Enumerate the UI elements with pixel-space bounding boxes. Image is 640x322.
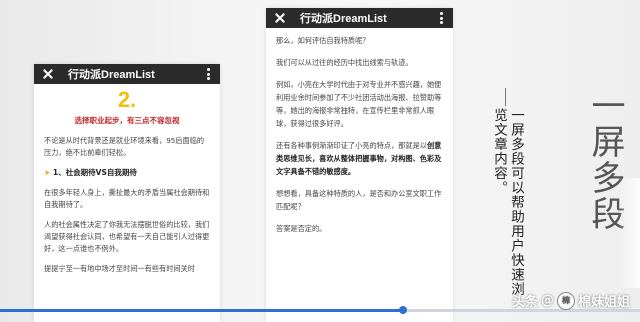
left-phone-screen: 行动派DreamList 2. 选择职业起步，有三点不容忽视 不论是从时代背景还…	[34, 64, 220, 322]
article-body: 2. 选择职业起步，有三点不容忽视 不论是从时代背景还是就业环境来看，95后面临…	[34, 84, 220, 287]
paragraph: 答案是否定的。	[276, 224, 327, 233]
paragraph: 例如，小亮在大学时代由于对专业并不感兴趣，她便利用业余时间参加了不少社团活动出海…	[276, 80, 442, 128]
right-phone-screen: 行动派DreamList 那么，如何评估自我特质呢？ 我们可以从过往的经历中找出…	[266, 8, 453, 322]
app-bar: 行动派DreamList	[266, 8, 453, 28]
app-bar: 行动派DreamList	[34, 64, 220, 84]
paragraph: 人的社会属性决定了你我无法摆脱世俗的比较，我们渴望获得社会认同，也希望有一天自己…	[44, 220, 210, 253]
watermark-name: 棉妹姐姐	[577, 295, 630, 310]
more-icon[interactable]	[440, 12, 443, 24]
app-title: 行动派DreamList	[300, 13, 387, 25]
section-number: 2.	[117, 87, 137, 112]
decoration	[618, 178, 640, 288]
app-title: 行动派DreamList	[68, 69, 155, 81]
watermark: 头条 @ 棉 棉妹姐姐	[512, 291, 630, 310]
section-title: 选择职业起步，有三点不容忽视	[74, 116, 180, 125]
paragraph: 不论是从时代背景还是就业环境来看，95后面临的压力，绝不比前辈们轻松。	[44, 136, 205, 157]
subheading-text: 1、社会期待VS自我期待	[52, 168, 137, 177]
paragraph: 想想看，具备这种特质的人，是否和办公室文职工作匹配呢？	[276, 189, 442, 211]
close-icon[interactable]	[274, 12, 286, 24]
paragraph: 我们可以从过往的经历中找出线索与轨迹。	[276, 58, 413, 67]
vertical-caption: 一屏多段可以帮助用户快速浏览文章内容。	[491, 108, 524, 297]
arrow-icon: ➤	[44, 168, 51, 177]
paragraph-cut: 提提宁至一有地中场才至时间一有些有时间关时	[44, 264, 195, 273]
paragraph-highlight: 还有各种事例渐渐印证了小亮的特点，那就是以创意类思维见长，喜欢从整体把握事物，对…	[276, 139, 443, 178]
subheading: ➤ 1、社会期待VS自我期待	[44, 167, 210, 179]
progress-fill	[0, 309, 404, 312]
divider-line	[505, 88, 506, 106]
close-icon[interactable]	[42, 68, 54, 80]
more-icon[interactable]	[207, 68, 210, 80]
paragraph: 那么，如何评估自我特质呢？	[276, 36, 370, 45]
watermark-at: @	[540, 293, 554, 308]
avatar-logo: 棉	[556, 291, 575, 310]
highlight-prefix: 还有各种事例渐渐印证了小亮的特点，那就是以	[276, 141, 427, 150]
article-body: 那么，如何评估自我特质呢？ 我们可以从过往的经历中找出线索与轨迹。 例如，小亮在…	[266, 28, 453, 250]
paragraph: 在很多年轻人身上，撕扯最大的矛盾当属社会期待和自我期待了。	[44, 188, 210, 209]
watermark-prefix: 头条	[511, 295, 538, 310]
